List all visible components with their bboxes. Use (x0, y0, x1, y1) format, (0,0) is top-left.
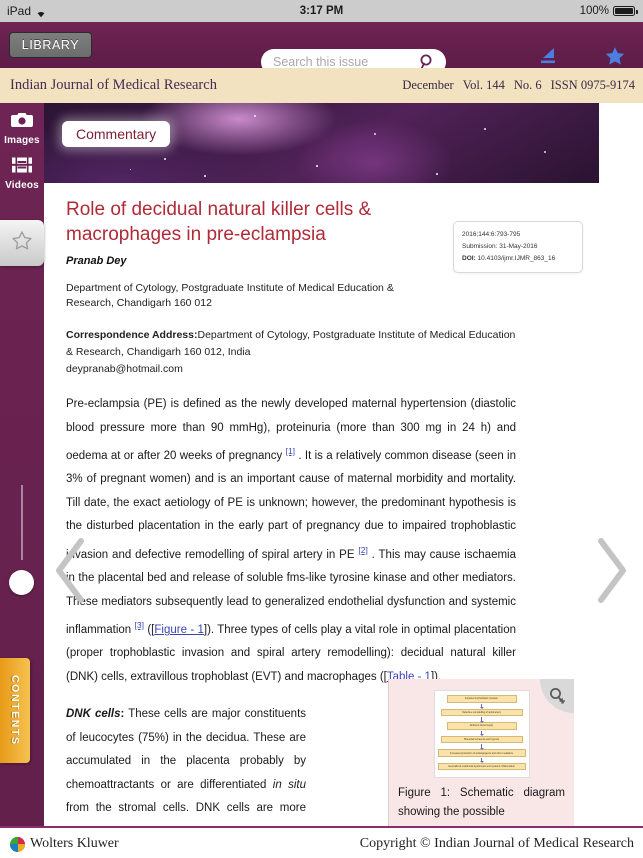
dnk-text-1: These cells are major constituents of le… (66, 708, 307, 791)
battery-percent: 100% (579, 5, 609, 17)
ios-status-bar: iPad 3:17 PM 100% (0, 0, 643, 22)
flow-step: Impaired trophoblastic invasion (446, 695, 517, 703)
left-rail: Images Videos CONTENTS (0, 103, 44, 826)
ipad-journal-reader: iPad 3:17 PM 100% LIBRARY Search this is… (0, 0, 643, 858)
contents-label: CONTENTS (9, 675, 21, 746)
dnk-text-2: from the stromal cells. DNK cells are mo… (66, 802, 306, 826)
rail-label-images: Images (4, 135, 40, 146)
journal-band: Indian Journal of Medical Research Decem… (0, 68, 643, 103)
publisher-name: Wolters Kluwer (30, 836, 119, 851)
flow-arrow-icon (479, 757, 484, 764)
page-title: Role of decidual natural killer cells & … (66, 199, 372, 245)
battery-full-icon (613, 6, 638, 16)
page-footer: Wolters Kluwer Copyright © Indian Journa… (0, 826, 643, 858)
rail-item-videos[interactable]: Videos (0, 156, 44, 191)
page-area: Images Videos CONTENTS Commentary Role o… (0, 103, 643, 826)
flow-step: Generalized endothelial dysfunction and … (437, 762, 526, 771)
camera-icon (10, 113, 34, 133)
figure-caption: Figure 1: Schematic diagram showing the … (398, 787, 565, 818)
citation-meta-box: 2016;144:6:793-795 Submission: 31-May-20… (453, 221, 583, 273)
flow-step: Increased production of antiangiogenic a… (437, 749, 526, 757)
correspondence-label: Correspondence Address: (66, 329, 198, 341)
journal-title: Indian Journal of Medical Research (10, 77, 217, 93)
figure-thumbnail[interactable]: Impaired trophoblastic invasion Defectiv… (433, 690, 530, 778)
flow-step: Deficient blood supply (446, 722, 517, 730)
magnifier-plus-icon[interactable] (540, 679, 574, 713)
flow-step: Defective remodelling of spiral artery (440, 708, 523, 717)
next-page-button[interactable] (592, 533, 632, 613)
reference-link-2[interactable]: [2] (358, 545, 367, 555)
scrubber-handle[interactable] (9, 570, 34, 595)
reference-link-1[interactable]: [1] (286, 446, 295, 456)
reference-link-3[interactable]: [3] (135, 620, 144, 630)
issue-meta: December Vol. 144 No. 6 ISSN 0975-9174 (402, 78, 635, 93)
article-sheet: Commentary Role of decidual natural kill… (44, 103, 599, 826)
hero-banner: Commentary (44, 103, 599, 183)
issue-month: December (402, 78, 454, 92)
correspondence: Correspondence Address:Department of Cyt… (66, 327, 516, 361)
library-button[interactable]: LIBRARY (9, 32, 92, 58)
intro-text-c: . This may cause ischaemia in the placen… (66, 548, 517, 636)
copyright-notice: Copyright © Indian Journal of Medical Re… (359, 836, 634, 851)
issue-number: No. 6 (513, 78, 542, 92)
paragraph-intro: Pre-eclampsia (PE) is defined as the new… (66, 393, 516, 689)
app-toolbar: LIBRARY Highlights (0, 22, 643, 83)
bookmark-tab[interactable] (0, 220, 44, 266)
film-strip-icon (11, 157, 33, 178)
figure-card[interactable]: Impaired trophoblastic invasion Defectiv… (388, 679, 574, 826)
right-gutter (599, 103, 643, 826)
status-right: 100% (579, 5, 638, 17)
figure-1-link[interactable]: Figure - 1 (154, 624, 204, 636)
issn: ISSN 0975-9174 (550, 78, 635, 92)
flow-arrow-icon (479, 717, 484, 723)
doi-label: DOI: (462, 255, 476, 262)
author-email[interactable]: deypranab@hotmail.com (66, 363, 577, 375)
wolters-kluwer-logo (10, 836, 25, 852)
dnk-italic: in situ (272, 778, 306, 791)
flow-arrow-icon (479, 703, 484, 710)
paragraph-dnk-cells: DNK cells: These cells are major constit… (66, 703, 306, 826)
issue-volume: Vol. 144 (462, 78, 505, 92)
section-tag[interactable]: Commentary (62, 121, 171, 147)
flow-arrow-icon (479, 730, 484, 737)
affiliation: Department of Cytology, Postgraduate Ins… (66, 282, 394, 309)
star-outline-icon (11, 230, 33, 256)
submission-line: Submission: 31-May-2016 (462, 243, 538, 250)
doi-line: DOI: 10.4103/ijmr.IJMR_863_16 (462, 253, 574, 265)
dnk-heading: DNK cells (66, 708, 121, 721)
rail-label-videos: Videos (5, 180, 39, 191)
clock: 3:17 PM (299, 5, 344, 17)
previous-page-button[interactable] (50, 533, 90, 613)
rail-item-images[interactable]: Images (0, 111, 44, 146)
flow-step: Placental ischaemia and hypoxia (440, 735, 523, 744)
citation-line: 2016;144:6:793-795 (462, 231, 521, 238)
contents-tab[interactable]: CONTENTS (0, 658, 30, 763)
scrubber-track[interactable] (21, 485, 23, 560)
flow-arrow-icon (479, 744, 484, 750)
doi-value[interactable]: 10.4103/ijmr.IJMR_863_16 (478, 255, 556, 262)
intro-text-d: ([ (144, 623, 155, 636)
intro-text-b: . It is a relatively common disease (see… (66, 449, 516, 561)
publisher-brand: Wolters Kluwer (10, 836, 119, 852)
